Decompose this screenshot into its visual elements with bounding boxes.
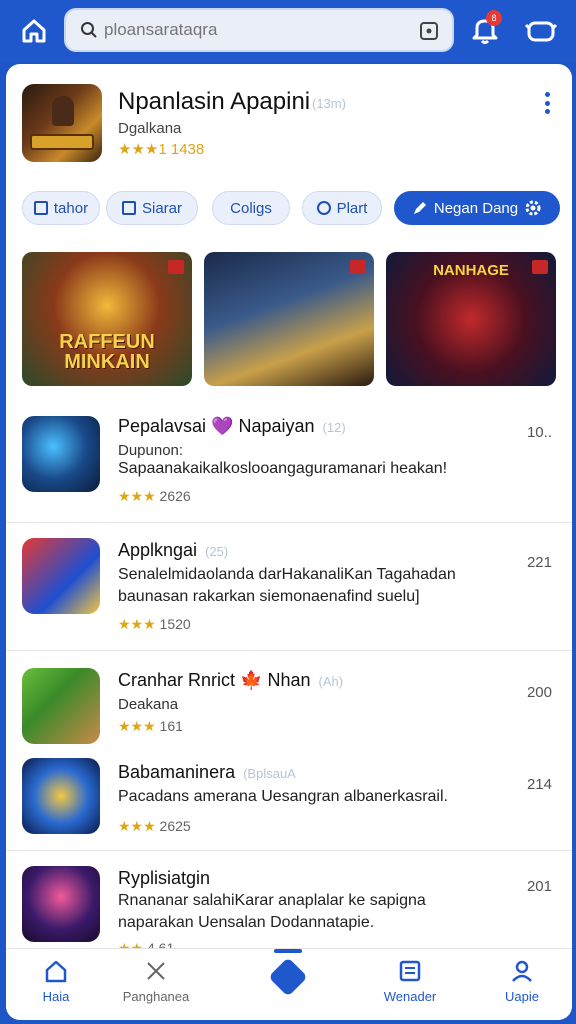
chip-tahor[interactable]: tahor xyxy=(22,191,100,225)
chip-coligs[interactable]: Coligs xyxy=(212,191,290,225)
rating-value: 2625 xyxy=(159,818,191,834)
app-description-line-2: naparakan Uensalan Dodannatapie. xyxy=(118,914,375,931)
screenshot-2[interactable] xyxy=(204,252,374,386)
featured-app-title: Npanlasin Apapini xyxy=(118,88,311,115)
app-banner xyxy=(30,134,94,150)
app-count: (12) xyxy=(322,420,346,435)
chip-plart[interactable]: Plart xyxy=(302,191,382,225)
app-description: Senalelmidaolanda darHakanaliKan Tagahad… xyxy=(118,566,456,583)
list-item[interactable]: Ryplisiatgin Rnananar salahiKarar anapla… xyxy=(6,862,572,956)
tag-icon xyxy=(168,260,184,274)
app-icon[interactable] xyxy=(22,416,100,492)
star-icons: ★★★ xyxy=(118,818,156,834)
filter-chips: tahor Siarar Coligs Plart Negan Dang xyxy=(22,191,562,227)
app-title: Applkngai xyxy=(118,540,198,560)
rating-value: 2626 xyxy=(159,488,191,504)
app-title: Babamaninera xyxy=(118,762,236,782)
screenshot-caption: RAFFEUN MINKAIN xyxy=(59,331,155,373)
list-item[interactable]: Pepalavsai 💜 Napaiyan (12) Dupunon: Sapaa… xyxy=(6,404,572,522)
app-number: 221 xyxy=(526,554,552,571)
home-icon[interactable] xyxy=(16,13,52,49)
search-input[interactable] xyxy=(104,20,404,40)
nav-center-icon[interactable] xyxy=(268,957,308,997)
user-icon xyxy=(508,957,536,985)
nav-games[interactable]: Panghanea xyxy=(106,957,206,1004)
star-icons: ★★★ xyxy=(118,718,156,734)
app-title: Pepalavsai 💜 Napaiyan xyxy=(118,416,315,436)
gear-icon xyxy=(525,200,541,216)
list-item[interactable]: Babamaninera (BplsauA Pacadans amerana Ue… xyxy=(6,754,572,844)
featured-app-developer: Dgalkana xyxy=(118,120,182,137)
chip-square-icon xyxy=(121,201,136,215)
tag-icon xyxy=(350,260,366,274)
bottom-navigation: Haia Panghanea Wenader Uapie xyxy=(6,948,572,1020)
search-icon xyxy=(78,19,100,41)
app-number: 214 xyxy=(526,776,552,793)
app-count: (25) xyxy=(205,544,229,559)
app-count: (Ah) xyxy=(318,674,344,689)
app-number: 200 xyxy=(526,684,552,701)
more-options-icon[interactable] xyxy=(536,88,558,118)
screenshot-carousel[interactable]: RAFFEUN MINKAIN NANHAGE xyxy=(22,252,556,386)
screenshot-caption: NANHAGE xyxy=(433,262,509,279)
notification-badge: 8 xyxy=(486,10,502,26)
rating-value: 1 1438 xyxy=(158,141,205,158)
nav-wenader[interactable]: Wenader xyxy=(360,957,460,1004)
app-icon[interactable] xyxy=(22,538,100,614)
app-description: Sapaanakaikalkoslooangaguramanari heakan… xyxy=(118,460,448,477)
app-title: Cranhar Rnrict 🍁 Nhan xyxy=(118,670,311,690)
pencil-icon xyxy=(413,202,426,214)
app-developer: Dupunon: xyxy=(118,442,184,459)
app-icon[interactable] xyxy=(22,668,100,744)
chip-siarar[interactable]: Siarar xyxy=(106,191,198,225)
top-app-bar: 8 xyxy=(0,0,576,62)
nav-profile[interactable]: Uapie xyxy=(472,957,572,1004)
featured-app-rating: ★★★1 1438 xyxy=(118,140,204,158)
divider xyxy=(6,522,572,523)
content-sheet: Npanlasin Apapini (13m) Dgalkana ★★★1 14… xyxy=(6,64,572,1020)
app-title: Ryplisiatgin xyxy=(118,868,211,888)
chip-globe-icon xyxy=(316,201,331,215)
star-icons: ★★★ xyxy=(118,616,156,632)
screenshot-3[interactable]: NANHAGE xyxy=(386,252,556,386)
search-bar[interactable] xyxy=(64,8,454,52)
app-description: Rnananar salahiKarar anaplalar ke sapign… xyxy=(118,892,426,909)
nav-home[interactable]: Haia xyxy=(6,957,106,1004)
featured-app-icon[interactable] xyxy=(22,84,102,162)
chip-negan-dang[interactable]: Negan Dang xyxy=(394,191,560,225)
divider xyxy=(6,850,572,851)
character-figure xyxy=(52,96,74,126)
sword-icon xyxy=(142,957,170,985)
screenshot-1[interactable]: RAFFEUN MINKAIN xyxy=(22,252,192,386)
gamepad-icon[interactable] xyxy=(524,14,558,48)
list-item[interactable]: Cranhar Rnrict 🍁 Nhan (Ah) Deakana ★★★ 16… xyxy=(6,664,572,754)
featured-app-header[interactable]: Npanlasin Apapini (13m) Dgalkana ★★★1 14… xyxy=(6,64,572,184)
featured-app-count: (13m) xyxy=(312,96,346,111)
scan-icon[interactable] xyxy=(418,20,440,42)
chip-square-icon xyxy=(33,201,48,215)
list-icon xyxy=(396,957,424,985)
active-indicator xyxy=(274,949,302,953)
app-description-line-2: baunasan rakarkan siemonaenafind suelu] xyxy=(118,588,420,605)
app-developer: Deakana xyxy=(118,696,179,713)
app-number: 10.. xyxy=(526,424,552,441)
list-item[interactable]: Applkngai (25) Senalelmidaolanda darHakan… xyxy=(6,534,572,652)
star-icons: ★★★ xyxy=(118,141,159,158)
rating-value: 1520 xyxy=(159,616,191,632)
app-count: (BplsauA xyxy=(243,766,296,781)
app-icon[interactable] xyxy=(22,866,100,942)
rating-value: 161 xyxy=(159,718,183,734)
divider xyxy=(6,650,572,651)
app-number: 201 xyxy=(526,878,552,895)
star-icons: ★★★ xyxy=(118,488,156,504)
app-description: Pacadans amerana Uesangran albanerkasrai… xyxy=(118,788,448,805)
app-icon[interactable] xyxy=(22,758,100,834)
home-icon xyxy=(42,957,70,985)
